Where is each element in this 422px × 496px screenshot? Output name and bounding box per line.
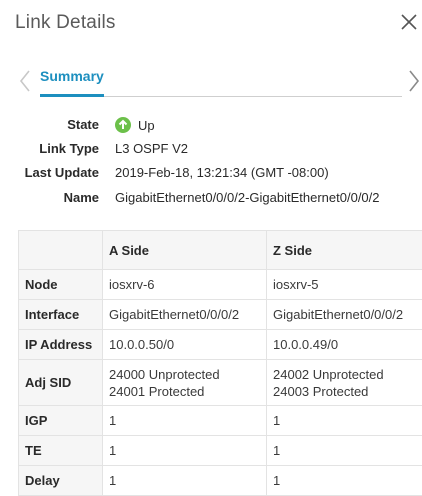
row-label: IP Address [18,329,103,360]
z-side-sid-line-1: 24002 Unprotected [273,366,384,382]
z-side-cell: 24002 Unprotected 24003 Protected [266,359,422,406]
link-sides-table: A Side Z Side Node iosxrv-6 iosxrv-5 Int… [18,230,422,496]
z-side-cell: 10.0.0.49/0 [266,329,422,360]
state-label: State [67,117,99,132]
z-side-sid-line-2: 24003 Protected [273,383,369,399]
row-label: Interface [18,299,103,330]
link-type-label: Link Type [39,141,99,156]
row-label: Delay [18,465,103,496]
close-icon[interactable] [398,11,420,33]
table-row: TE 1 1 [18,435,422,466]
name-value: GigabitEthernet0/0/0/2-GigabitEthernet0/… [115,190,380,205]
header-a-side: A Side [102,230,267,270]
a-side-cell: GigabitEthernet0/0/0/2 [102,299,267,330]
chevron-left-icon[interactable] [18,68,32,94]
table-row: IGP 1 1 [18,405,422,436]
a-side-sid-line-1: 24000 Unprotected [109,366,220,382]
a-side-sid-line-2: 24001 Protected [109,383,205,399]
tab-bar: Summary [40,64,402,97]
a-side-cell: 1 [102,435,267,466]
table-row: Adj SID 24000 Unprotected 24001 Protecte… [18,359,422,406]
table-header-row: A Side Z Side [18,230,422,270]
row-label: IGP [18,405,103,436]
table-row: Node iosxrv-6 iosxrv-5 [18,269,422,300]
z-side-cell: 1 [266,435,422,466]
link-details-panel: Link Details Summary State Up Link Type … [0,0,422,496]
chevron-right-icon[interactable] [407,68,421,94]
last-update-row: Last Update 2019-Feb-18, 13:21:34 (GMT -… [0,165,422,185]
table-row: Interface GigabitEthernet0/0/0/2 Gigabit… [18,299,422,330]
z-side-cell: 1 [266,465,422,496]
table-row: Delay 1 1 [18,465,422,496]
panel-title: Link Details [15,12,116,33]
state-value: Up [138,118,155,133]
last-update-label: Last Update [24,165,99,180]
table-row: IP Address 10.0.0.50/0 10.0.0.49/0 [18,329,422,360]
header-z-side: Z Side [266,230,422,270]
a-side-cell: iosxrv-6 [102,269,267,300]
tab-summary[interactable]: Summary [40,68,104,93]
link-type-value: L3 OSPF V2 [115,141,188,156]
last-update-value: 2019-Feb-18, 13:21:34 (GMT -08:00) [115,165,329,180]
name-row: Name GigabitEthernet0/0/0/2-GigabitEther… [0,190,422,210]
state-row: State Up [0,117,422,137]
arrow-up-circle-icon [115,117,131,133]
z-side-cell: iosxrv-5 [266,269,422,300]
row-label: TE [18,435,103,466]
row-label: Adj SID [18,359,103,406]
a-side-cell: 1 [102,405,267,436]
row-label: Node [18,269,103,300]
z-side-cell: 1 [266,405,422,436]
a-side-cell: 1 [102,465,267,496]
link-type-row: Link Type L3 OSPF V2 [0,141,422,161]
state-value-container: Up [115,117,155,133]
a-side-cell: 10.0.0.50/0 [102,329,267,360]
a-side-cell: 24000 Unprotected 24001 Protected [102,359,267,406]
header-empty [18,230,103,270]
z-side-cell: GigabitEthernet0/0/0/2 [266,299,422,330]
active-tab-indicator [40,94,104,97]
name-label: Name [63,190,99,205]
